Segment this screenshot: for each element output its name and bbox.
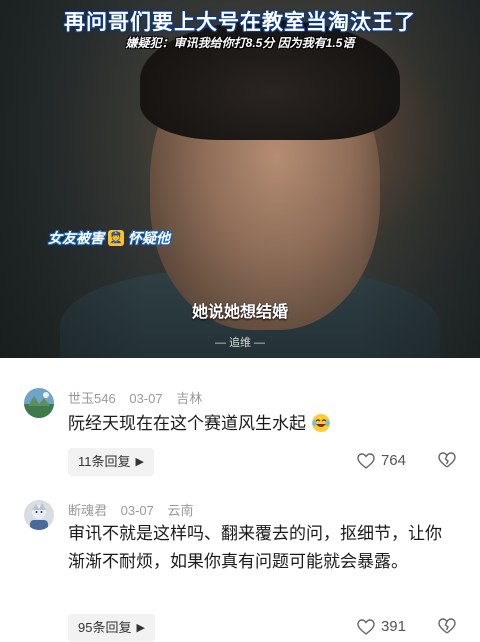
video-caption: 她说她想结婚	[191, 304, 288, 321]
broken-heart-icon	[438, 618, 456, 634]
dislike-button[interactable]	[438, 452, 456, 473]
comment-username[interactable]: 世玉546	[68, 391, 116, 406]
replies-count-label: 95条回复	[78, 620, 132, 635]
comment-text: 阮经天现在在这个赛道风生水起	[68, 410, 458, 438]
comment-item: 断魂君 03-07 云南 审讯不就是这样吗、翻来覆去的问，抠细节，让你渐渐不耐烦…	[0, 492, 480, 642]
comment-location: 云南	[167, 503, 194, 518]
comment-date: 03-07	[120, 503, 154, 518]
comment-meta: 世玉546 03-07 吉林	[68, 388, 212, 407]
comment-meta: 断魂君 03-07 云南	[68, 500, 204, 519]
comment-body: 阮经天现在在这个赛道风生水起	[68, 414, 306, 433]
like-count: 391	[380, 618, 406, 635]
chevron-right-icon: ▶	[135, 456, 144, 468]
comment-item: 世玉546 03-07 吉林 阮经天现在在这个赛道风生水起 11条回复 ▶ 76…	[0, 380, 480, 480]
like-button[interactable]: 764	[357, 452, 406, 469]
like-count: 764	[380, 452, 406, 469]
video-tag: 女友被害 👮 怀疑他	[48, 228, 170, 248]
video-title: 再问哥们要上大号在教室当淘汰王了	[64, 11, 416, 34]
heart-icon	[357, 452, 375, 469]
view-replies-button[interactable]: 11条回复 ▶	[68, 448, 154, 476]
comment-body: 审讯不就是这样吗、翻来覆去的问，抠细节，让你渐渐不耐烦，如果你真有问题可能就会暴…	[68, 524, 442, 571]
comment-location: 吉林	[176, 391, 203, 406]
replies-count-label: 11条回复	[78, 454, 131, 469]
view-replies-button[interactable]: 95条回复 ▶	[68, 614, 155, 642]
comment-username[interactable]: 断魂君	[68, 503, 107, 518]
dislike-button[interactable]	[438, 618, 456, 639]
police-emoji-icon: 👮	[108, 230, 124, 246]
video-tag-suffix: 怀疑他	[128, 230, 170, 246]
video-tag-text: 女友被害	[48, 230, 104, 246]
like-button[interactable]: 391	[357, 618, 406, 635]
chevron-right-icon: ▶	[136, 622, 145, 634]
video-watermark: — 追维 —	[214, 337, 266, 349]
video-subtitle: 嫌疑犯：审讯我给你打8.5分 因为我有1.5语	[125, 36, 355, 50]
heart-icon	[357, 618, 375, 635]
video-player[interactable]: 再问哥们要上大号在教室当淘汰王了 嫌疑犯：审讯我给你打8.5分 因为我有1.5语…	[0, 0, 480, 358]
avatar[interactable]	[24, 500, 54, 530]
laughing-crying-emoji-icon	[311, 413, 331, 433]
comment-date: 03-07	[129, 391, 163, 406]
avatar[interactable]	[24, 388, 54, 418]
broken-heart-icon	[438, 452, 456, 468]
